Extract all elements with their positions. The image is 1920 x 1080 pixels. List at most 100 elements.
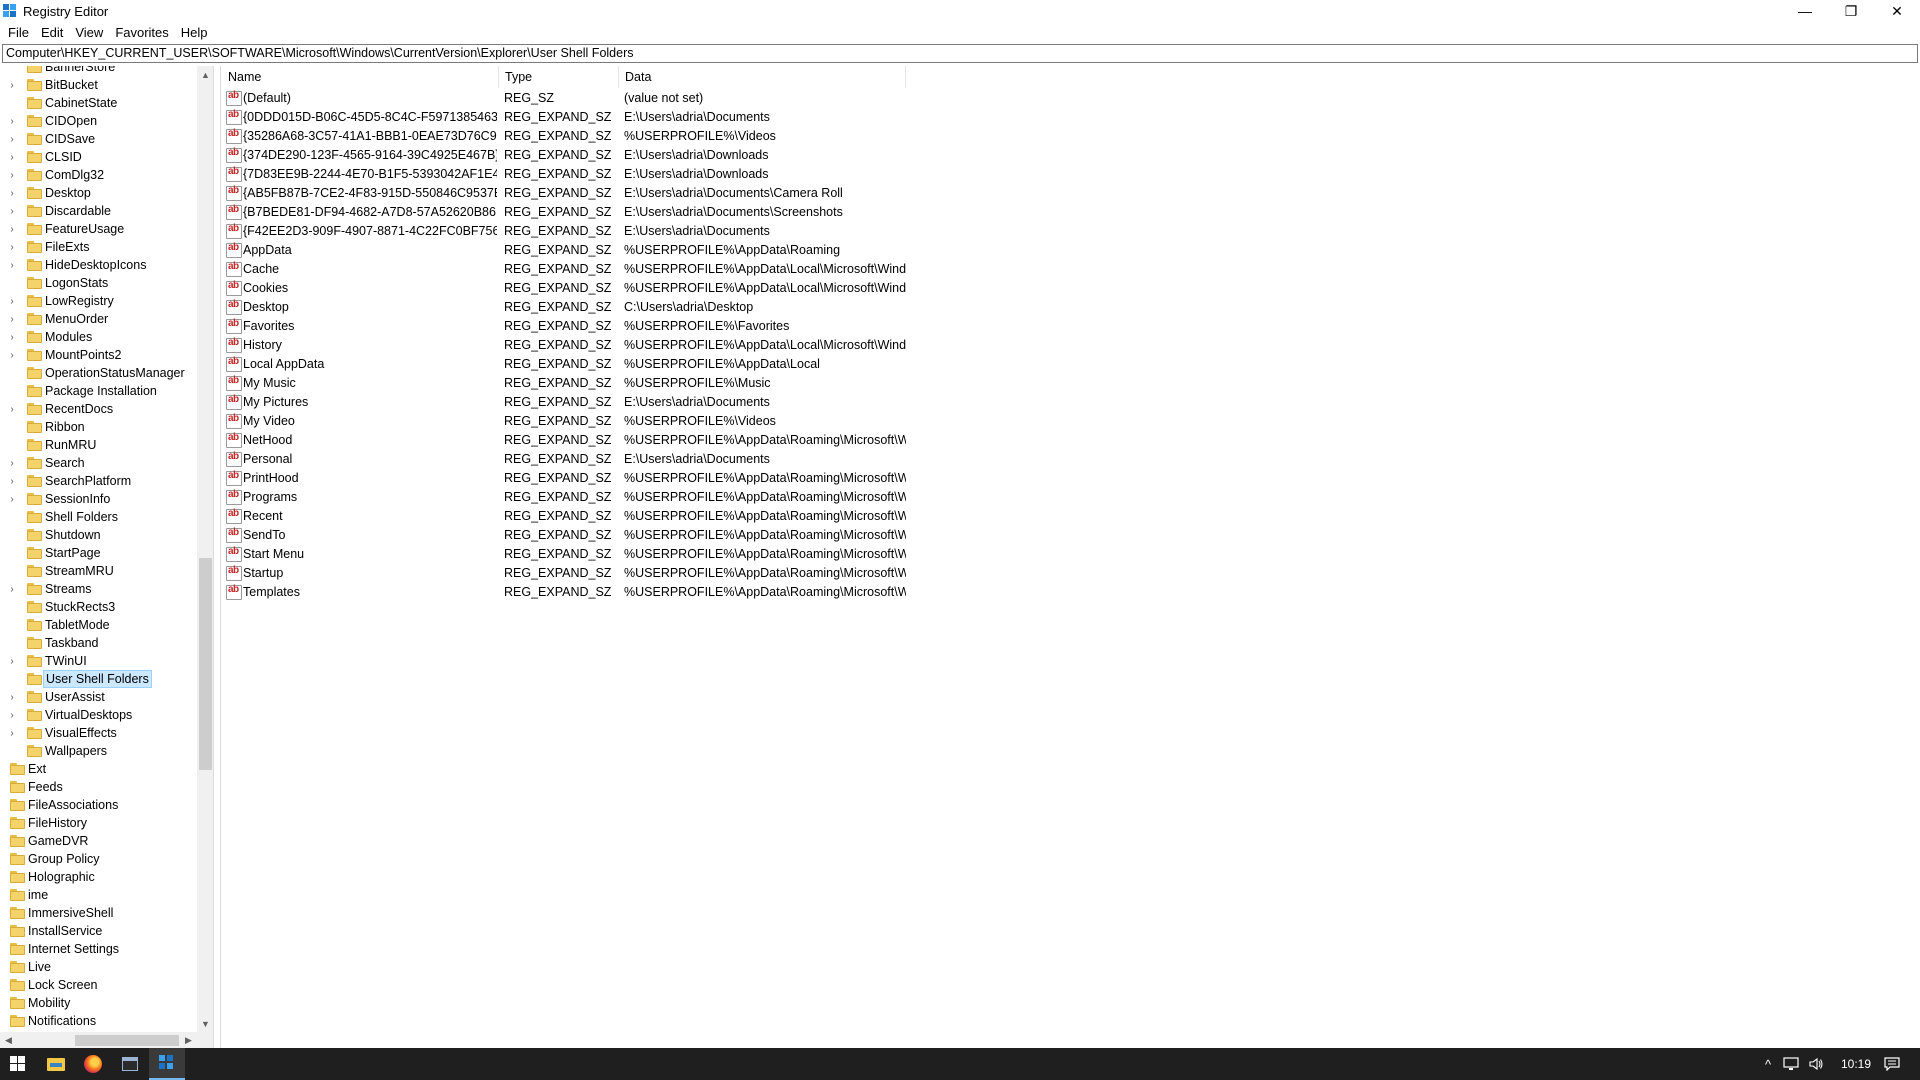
tree-node-tabletmode[interactable]: TabletMode (0, 616, 197, 634)
tree-node-package-installation[interactable]: Package Installation (0, 382, 197, 400)
value-row[interactable]: ab Favorites REG_EXPAND_SZ %USERPROFILE%\Fa… (222, 317, 922, 336)
tree-node-streammru[interactable]: StreamMRU (0, 562, 197, 580)
taskbar-file-explorer[interactable] (38, 1048, 74, 1080)
taskbar-registry-editor[interactable] (149, 1048, 185, 1080)
tree-horizontal-scrollbar[interactable]: ◀ ▶ (0, 1032, 197, 1048)
menu-favorites[interactable]: Favorites (109, 23, 174, 42)
value-row[interactable]: ab Cookies REG_EXPAND_SZ %USERPROFILE%\AppD… (222, 279, 922, 298)
tree-node-clsid[interactable]: › CLSID (0, 148, 197, 166)
value-row[interactable]: ab SendTo REG_EXPAND_SZ %USERPROFILE%\AppDa… (222, 526, 922, 545)
start-button[interactable] (0, 1048, 36, 1080)
tree-node-virtualdesktops[interactable]: › VirtualDesktops (0, 706, 197, 724)
column-header-type[interactable]: Type (499, 66, 619, 88)
tree-node-shell-folders[interactable]: Shell Folders (0, 508, 197, 526)
expand-chevron-icon[interactable]: › (7, 166, 17, 184)
values-list-pane[interactable]: Name Type Data ab (Default) REG_SZ (value n… (222, 66, 1920, 1048)
expand-chevron-icon[interactable]: › (7, 490, 17, 508)
tree-node-notifications[interactable]: Notifications (0, 1012, 197, 1030)
tree-node-mountpoints2[interactable]: › MountPoints2 (0, 346, 197, 364)
value-row[interactable]: ab {374DE290-123F-4565-9164-39C4925E467B}… (222, 146, 922, 165)
tree-node-ext[interactable]: Ext (0, 760, 197, 778)
tree-node-user-shell-folders[interactable]: User Shell Folders (0, 670, 197, 688)
tree-node-lowregistry[interactable]: › LowRegistry (0, 292, 197, 310)
expand-chevron-icon[interactable]: › (7, 580, 17, 598)
tree-node-recentdocs[interactable]: › RecentDocs (0, 400, 197, 418)
tree-node-hidedesktopicons[interactable]: › HideDesktopIcons (0, 256, 197, 274)
tree-vertical-scrollbar[interactable]: ▲ ▼ (197, 66, 213, 1032)
expand-chevron-icon[interactable]: › (7, 76, 17, 94)
tree-node-stuckrects3[interactable]: StuckRects3 (0, 598, 197, 616)
key-tree-pane[interactable]: BannerStore › BitBucket CabinetState › CIDOpe… (0, 66, 214, 1048)
tree-node-lock-screen[interactable]: Lock Screen (0, 976, 197, 994)
column-header-data[interactable]: Data (619, 66, 906, 88)
tree-node-feeds[interactable]: Feeds (0, 778, 197, 796)
tree-node-fileexts[interactable]: › FileExts (0, 238, 197, 256)
expand-chevron-icon[interactable]: › (7, 184, 17, 202)
tree-node-startpage[interactable]: StartPage (0, 544, 197, 562)
value-row[interactable]: ab {35286A68-3C57-41A1-BBB1-0EAE73D76C95}… (222, 127, 922, 146)
tree-node-ime[interactable]: ime (0, 886, 197, 904)
tree-node-gamedvr[interactable]: GameDVR (0, 832, 197, 850)
tree-node-cidsave[interactable]: › CIDSave (0, 130, 197, 148)
value-row[interactable]: ab {F42EE2D3-909F-4907-8871-4C22FC0BF756}… (222, 222, 922, 241)
tree-node-discardable[interactable]: › Discardable (0, 202, 197, 220)
expand-chevron-icon[interactable]: › (7, 220, 17, 238)
expand-chevron-icon[interactable]: › (7, 472, 17, 490)
tree-node-cabinetstate[interactable]: CabinetState (0, 94, 197, 112)
value-row[interactable]: ab My Music REG_EXPAND_SZ %USERPROFILE%\Mus… (222, 374, 922, 393)
expand-chevron-icon[interactable]: › (7, 454, 17, 472)
expand-chevron-icon[interactable]: › (7, 400, 17, 418)
tree-node-bannerstore[interactable]: BannerStore (0, 66, 197, 76)
tree-node-userassist[interactable]: › UserAssist (0, 688, 197, 706)
expand-chevron-icon[interactable]: › (7, 652, 17, 670)
value-row[interactable]: ab Local AppData REG_EXPAND_SZ %USERPROFILE… (222, 355, 922, 374)
show-hidden-icons-chevron-icon[interactable]: ^ (1757, 1048, 1779, 1080)
scroll-right-icon[interactable]: ▶ (180, 1032, 197, 1048)
action-center-icon[interactable] (1877, 1048, 1907, 1080)
value-row[interactable]: ab Desktop REG_EXPAND_SZ C:\Users\adria\Des… (222, 298, 922, 317)
value-row[interactable]: ab {B7BEDE81-DF94-4682-A7D8-57A52620B86F}… (222, 203, 922, 222)
key-tree[interactable]: BannerStore › BitBucket CabinetState › CIDOpe… (0, 66, 197, 1032)
restore-button[interactable]: ❐ (1828, 0, 1874, 22)
expand-chevron-icon[interactable]: › (7, 688, 17, 706)
tree-node-installservice[interactable]: InstallService (0, 922, 197, 940)
tree-node-filehistory[interactable]: FileHistory (0, 814, 197, 832)
tree-node-bitbucket[interactable]: › BitBucket (0, 76, 197, 94)
value-row[interactable]: ab {AB5FB87B-7CE2-4F83-915D-550846C9537B}… (222, 184, 922, 203)
expand-chevron-icon[interactable]: › (7, 724, 17, 742)
value-row[interactable]: ab Cache REG_EXPAND_SZ %USERPROFILE%\AppDat… (222, 260, 922, 279)
taskbar-clock[interactable]: 10:19 (1834, 1048, 1878, 1080)
value-row[interactable]: ab History REG_EXPAND_SZ %USERPROFILE%\AppD… (222, 336, 922, 355)
expand-chevron-icon[interactable]: › (7, 706, 17, 724)
tree-node-holographic[interactable]: Holographic (0, 868, 197, 886)
tree-vertical-scroll-thumb[interactable] (199, 558, 212, 770)
tree-node-desktop[interactable]: › Desktop (0, 184, 197, 202)
scroll-left-icon[interactable]: ◀ (0, 1032, 17, 1048)
tree-node-mobility[interactable]: Mobility (0, 994, 197, 1012)
address-bar[interactable]: Computer\HKEY_CURRENT_USER\SOFTWARE\Micr… (2, 44, 1918, 63)
column-header-name[interactable]: Name (222, 66, 499, 88)
tree-node-streams[interactable]: › Streams (0, 580, 197, 598)
scroll-down-icon[interactable]: ▼ (197, 1015, 213, 1032)
network-icon[interactable] (1780, 1048, 1802, 1080)
tree-node-comdlg32[interactable]: › ComDlg32 (0, 166, 197, 184)
value-row[interactable]: ab My Pictures REG_EXPAND_SZ E:\Users\adria… (222, 393, 922, 412)
expand-chevron-icon[interactable]: › (7, 256, 17, 274)
expand-chevron-icon[interactable]: › (7, 292, 17, 310)
value-row[interactable]: ab Startup REG_EXPAND_SZ %USERPROFILE%\AppD… (222, 564, 922, 583)
value-row[interactable]: ab My Video REG_EXPAND_SZ %USERPROFILE%\Vid… (222, 412, 922, 431)
menu-edit[interactable]: Edit (35, 23, 69, 42)
minimize-button[interactable]: — (1782, 0, 1828, 22)
tree-node-taskband[interactable]: Taskband (0, 634, 197, 652)
value-row[interactable]: ab {0DDD015D-B06C-45D5-8C4C-F59713854639}… (222, 108, 922, 127)
close-button[interactable]: ✕ (1874, 0, 1920, 22)
value-row[interactable]: ab Programs REG_EXPAND_SZ %USERPROFILE%\App… (222, 488, 922, 507)
value-row[interactable]: ab Personal REG_EXPAND_SZ E:\Users\adria\Do… (222, 450, 922, 469)
tree-node-group-policy[interactable]: Group Policy (0, 850, 197, 868)
value-row[interactable]: ab Recent REG_EXPAND_SZ %USERPROFILE%\AppDa… (222, 507, 922, 526)
menu-view[interactable]: View (69, 23, 109, 42)
tree-node-menuorder[interactable]: › MenuOrder (0, 310, 197, 328)
expand-chevron-icon[interactable]: › (7, 130, 17, 148)
tree-node-logonstats[interactable]: LogonStats (0, 274, 197, 292)
tree-node-fileassociations[interactable]: FileAssociations (0, 796, 197, 814)
